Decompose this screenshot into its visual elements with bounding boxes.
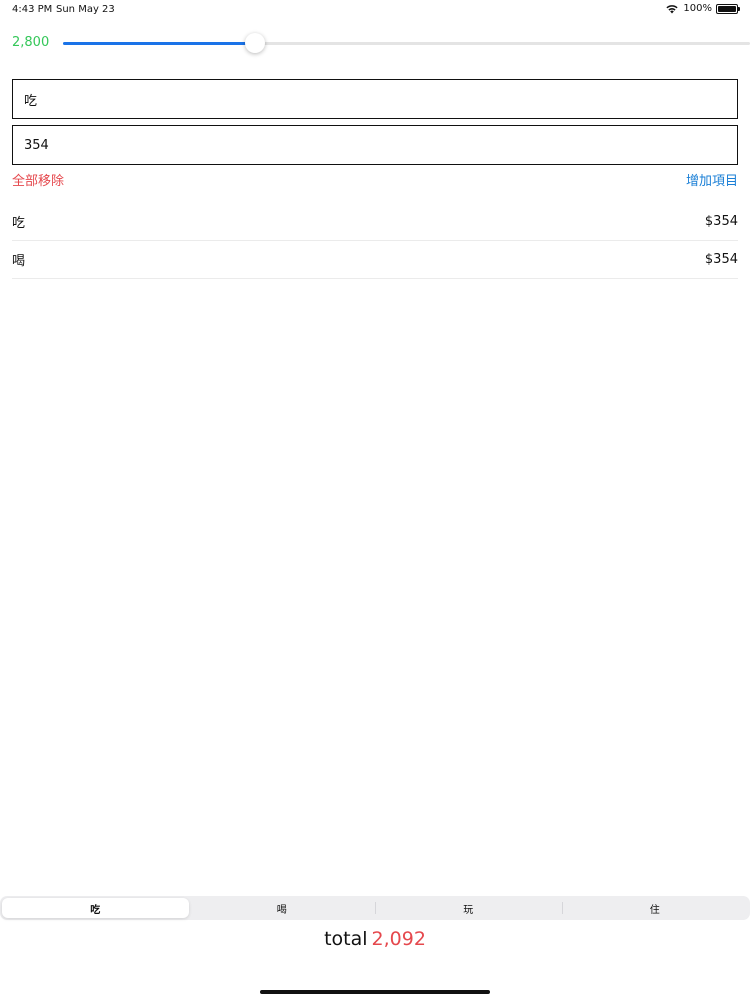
home-indicator[interactable] bbox=[260, 990, 490, 994]
slider-value: 2,800 bbox=[12, 35, 50, 50]
status-date: Sun May 23 bbox=[56, 4, 115, 15]
status-time: 4:43 PM bbox=[12, 4, 53, 15]
slider-thumb[interactable] bbox=[245, 33, 266, 53]
battery-tip bbox=[738, 6, 740, 11]
item-name: 喝 bbox=[12, 254, 26, 269]
budget-slider-row: 2,800 bbox=[0, 28, 750, 58]
battery-fill bbox=[718, 5, 736, 12]
segment-drink[interactable]: 喝 bbox=[189, 898, 376, 918]
battery-percent: 100% bbox=[683, 3, 712, 14]
total-row: total 2,092 bbox=[0, 928, 750, 950]
status-indicators: 100% bbox=[665, 3, 740, 14]
app-screen: 4:43 PM Sun May 23 100% 2,800 全部移除 增加項目 … bbox=[0, 0, 750, 1000]
item-amount-input[interactable] bbox=[12, 125, 738, 165]
add-item-button[interactable]: 增加項目 bbox=[686, 170, 738, 189]
total-value: 2,092 bbox=[371, 928, 426, 950]
remove-all-button[interactable]: 全部移除 bbox=[12, 170, 64, 189]
segment-play[interactable]: 玩 bbox=[375, 898, 562, 918]
segment-eat[interactable]: 吃 bbox=[2, 898, 189, 918]
item-amount: $354 bbox=[704, 214, 738, 229]
total-label: total bbox=[324, 928, 368, 950]
segment-stay[interactable]: 住 bbox=[561, 898, 749, 918]
status-bar: 4:43 PM Sun May 23 100% bbox=[0, 0, 750, 20]
category-segmented-control: 吃 喝 玩 住 bbox=[0, 896, 750, 920]
battery-icon bbox=[716, 3, 740, 14]
list-item[interactable]: 吃 $354 bbox=[12, 203, 738, 241]
item-name: 吃 bbox=[12, 216, 26, 231]
item-name-input[interactable] bbox=[12, 79, 738, 119]
wifi-icon bbox=[666, 5, 679, 14]
item-list: 吃 $354 喝 $354 bbox=[12, 203, 738, 279]
slider-fill bbox=[63, 42, 256, 45]
budget-slider[interactable] bbox=[63, 33, 750, 53]
item-amount: $354 bbox=[704, 252, 738, 267]
list-item[interactable]: 喝 $354 bbox=[12, 241, 738, 279]
